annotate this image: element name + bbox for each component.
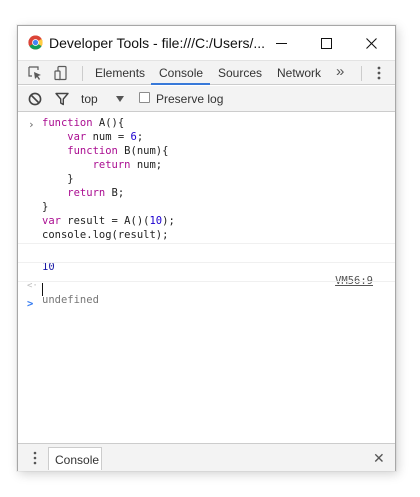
tab-sources[interactable]: Sources	[218, 66, 262, 80]
tab-console[interactable]: Console	[159, 66, 203, 80]
message-divider	[18, 243, 395, 244]
tab-elements[interactable]: Elements	[95, 66, 145, 80]
code-text: }	[42, 173, 74, 185]
more-tabs-button[interactable]: »	[336, 63, 344, 80]
code-text: num =	[86, 131, 131, 143]
code-text: ;	[136, 131, 144, 143]
close-drawer-icon[interactable]: ✕	[373, 450, 385, 467]
close-icon	[365, 37, 377, 49]
close-button[interactable]	[351, 29, 391, 57]
inspect-element-button[interactable]	[26, 65, 44, 81]
message-divider	[18, 262, 395, 263]
code-line: }	[42, 200, 175, 214]
code-keyword: function	[42, 117, 93, 129]
chrome-logo-icon	[28, 35, 43, 50]
code-text: B;	[105, 187, 125, 199]
code-line: return num;	[42, 158, 175, 172]
text-cursor	[42, 283, 43, 296]
maximize-button[interactable]	[306, 29, 346, 57]
tab-network[interactable]: Network	[277, 66, 321, 80]
devtools-window: Developer Tools - file:///C:/Users/... E…	[17, 25, 396, 471]
maximize-icon	[320, 37, 332, 49]
code-text: B(num){	[117, 145, 169, 157]
chevron-down-icon[interactable]	[116, 96, 124, 102]
customize-menu-icon[interactable]	[376, 65, 382, 81]
code-text: A(){	[92, 117, 125, 129]
code-text: }	[42, 201, 49, 213]
active-tab-indicator	[151, 83, 210, 85]
console-output[interactable]: › function A(){ var num = 6; function B(…	[18, 113, 395, 443]
code-number: 10	[149, 215, 163, 227]
return-value-row: <· undefined	[18, 265, 395, 306]
code-keyword: return	[42, 159, 131, 171]
panel-tab-bar: Elements Console Sources Network »	[18, 60, 395, 85]
code-line: console.log(result);	[42, 228, 175, 242]
drawer-menu-icon[interactable]	[32, 451, 38, 465]
window-title: Developer Tools - file:///C:/Users/...	[49, 35, 266, 51]
drawer-toolbar: Console ✕	[18, 443, 395, 471]
code-keyword: var	[42, 215, 61, 227]
console-input-echo: function A(){ var num = 6; function B(nu…	[42, 116, 175, 242]
preserve-log-checkbox[interactable]	[139, 92, 150, 103]
clear-console-icon[interactable]	[28, 92, 42, 106]
code-line: var result = A()(10);	[42, 214, 175, 228]
device-toolbar-button[interactable]	[52, 65, 70, 81]
input-echo-icon: ›	[28, 118, 35, 131]
filter-icon[interactable]	[55, 92, 69, 106]
code-line: function B(num){	[42, 144, 175, 158]
code-line: var num = 6;	[42, 130, 175, 144]
title-bar[interactable]: Developer Tools - file:///C:/Users/...	[18, 26, 395, 60]
toolbar-divider	[82, 66, 83, 81]
code-keyword: var	[42, 131, 87, 143]
code-text: result = A()(	[60, 215, 150, 227]
console-filter-bar: top Preserve log	[18, 86, 395, 112]
code-keyword: return	[42, 187, 106, 199]
minimize-button[interactable]	[261, 29, 301, 57]
code-line: function A(){	[42, 116, 175, 130]
log-message-row: 10 VM56:9	[18, 246, 395, 287]
toolbar-divider	[361, 66, 362, 81]
minimize-icon	[275, 42, 287, 44]
code-line: }	[42, 172, 175, 186]
prompt-chevron-icon: >	[27, 298, 34, 310]
device-mode-icon	[54, 65, 67, 81]
drawer-tab-console[interactable]: Console	[48, 447, 102, 470]
preserve-log-label: Preserve log	[156, 92, 224, 106]
console-prompt-row[interactable]: >	[18, 283, 395, 310]
code-keyword: function	[42, 145, 118, 157]
inspect-cursor-icon	[28, 66, 41, 80]
message-divider	[18, 281, 395, 282]
context-selector[interactable]: top	[81, 92, 98, 106]
code-text: num;	[130, 159, 163, 171]
code-text: console.log(result);	[42, 229, 169, 241]
code-text: );	[162, 215, 175, 227]
code-line: return B;	[42, 186, 175, 200]
